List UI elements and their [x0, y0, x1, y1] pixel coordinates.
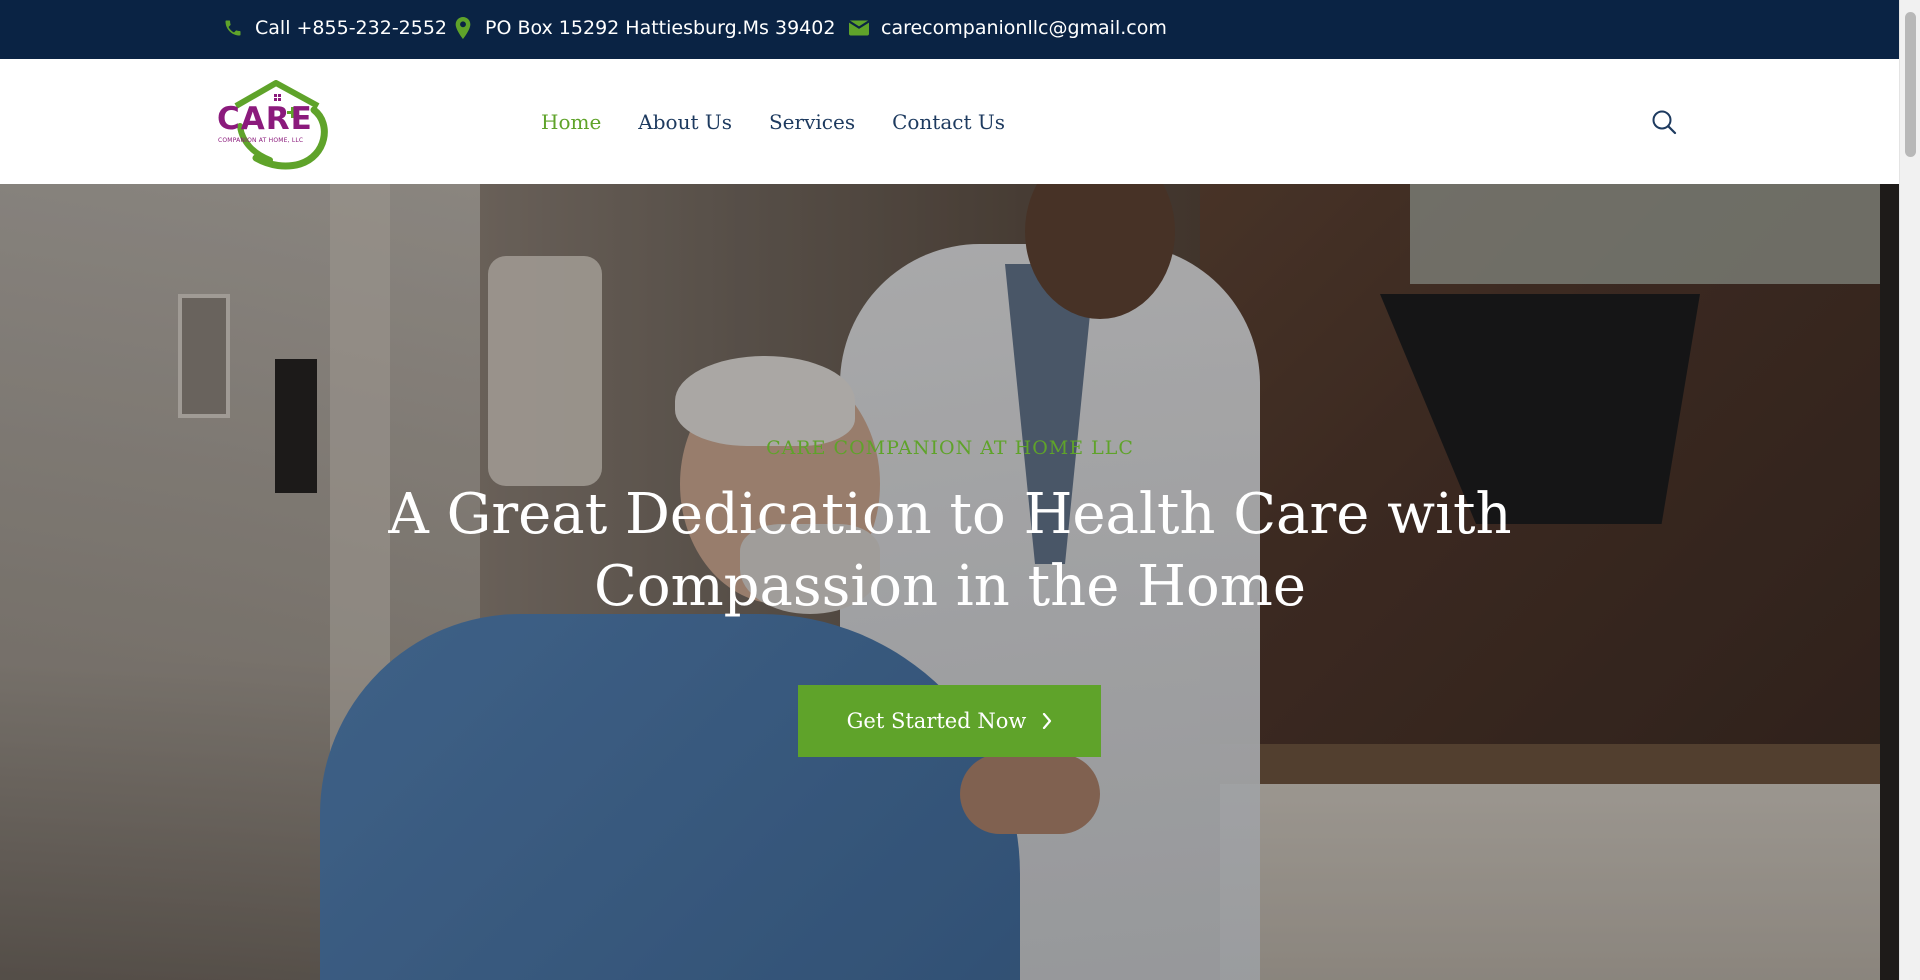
nav-item-contact-us[interactable]: Contact Us [892, 110, 1005, 134]
logo-subtitle: COMPANION AT HOME, LLC [218, 137, 304, 144]
logo-wordmark: CARE [217, 101, 313, 137]
envelope-icon [848, 17, 870, 39]
hero-kicker: CARE COMPANION AT HOME LLC [766, 437, 1134, 459]
phone-icon [222, 17, 244, 39]
email-contact[interactable]: carecompanionllc@gmail.com [848, 0, 1167, 55]
nav-item-about-us[interactable]: About Us [638, 110, 732, 134]
email-text: carecompanionllc@gmail.com [881, 16, 1167, 39]
address-text: PO Box 15292 Hattiesburg.Ms 39402 [485, 16, 836, 39]
phone-contact[interactable]: Call +855-232-2552 [222, 0, 447, 55]
nav-item-services[interactable]: Services [769, 110, 855, 134]
logo[interactable]: CARE COMPANION AT HOME, LLC [214, 80, 338, 170]
chevron-right-icon [1042, 713, 1052, 729]
hero-banner: CARE COMPANION AT HOME LLC A Great Dedic… [0, 184, 1880, 980]
map-pin-icon [452, 16, 474, 39]
get-started-button[interactable]: Get Started Now [798, 685, 1101, 757]
hero-content: CARE COMPANION AT HOME LLC A Great Dedic… [0, 184, 1880, 980]
hero-title: A Great Dedication to Health Care with C… [0, 479, 1880, 623]
hero-edge-shadow [1880, 184, 1899, 980]
scrollbar-thumb[interactable] [1905, 12, 1916, 157]
site-header: CARE COMPANION AT HOME, LLC Home About U… [0, 59, 1899, 184]
search-icon[interactable] [1651, 109, 1677, 135]
address-contact: PO Box 15292 Hattiesburg.Ms 39402 [452, 0, 835, 55]
phone-text: Call +855-232-2552 [255, 16, 448, 39]
page-scrollbar[interactable] [1899, 0, 1920, 980]
hero-title-line-2: Compassion in the Home [594, 554, 1306, 619]
hero-title-line-1: A Great Dedication to Health Care with [388, 482, 1512, 547]
top-info-bar: Call +855-232-2552 PO Box 15292 Hattiesb… [0, 0, 1899, 59]
main-nav: Home About Us Services Contact Us [541, 59, 1042, 184]
get-started-label: Get Started Now [846, 709, 1027, 733]
nav-item-home[interactable]: Home [541, 110, 601, 134]
